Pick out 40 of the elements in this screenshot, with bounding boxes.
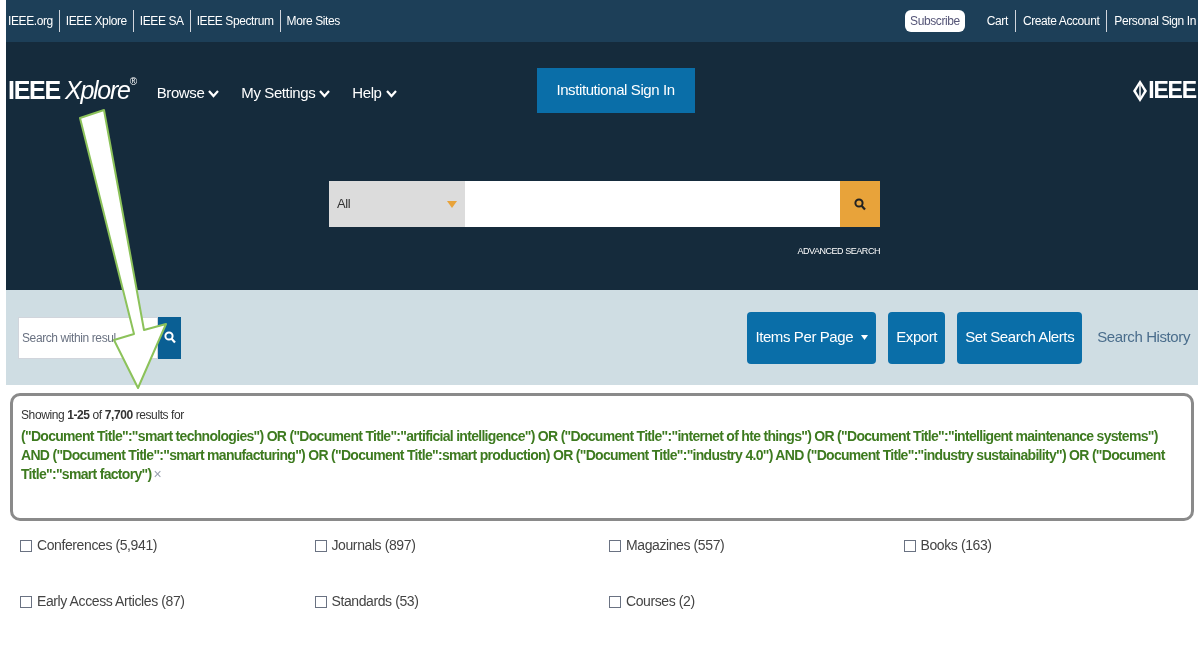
search-history-link[interactable]: Search History — [1097, 326, 1190, 349]
filter-checkbox[interactable]: Early Access Articles (87) — [20, 591, 185, 612]
xplore-logo[interactable]: IEEE Xplore® — [8, 71, 137, 110]
site-link[interactable]: IEEE Spectrum — [196, 12, 274, 30]
filter-checkbox[interactable]: Standards (53) — [314, 591, 419, 612]
search-icon — [163, 331, 176, 344]
account-link[interactable]: Personal Sign In — [1114, 12, 1196, 30]
filter-checkbox[interactable]: Courses (2) — [609, 591, 695, 612]
chevron-icon — [385, 89, 397, 98]
site-link[interactable]: IEEE Xplore — [65, 12, 127, 30]
search-query: ("Document Title":"smart technologies") OR ("Document Title":"artificial intelligence") OR ("Document Title":"internet of hte things") OR ("Document Title":"intelligent maintenance systems") AND ("Document Title":"smart manufacturing") OR ("Document Title":smart production) OR ("Document Title":"industry 4.0") AND ("Document Title":"industry sustainability") OR ("Document Title":"smart factory")× — [21, 427, 1167, 484]
filter-checkbox[interactable]: Magazines (557) — [609, 535, 725, 556]
nav-menu[interactable]: My Settings — [241, 82, 331, 105]
subscribe-button[interactable]: Subscribe — [905, 10, 965, 32]
nav-menu[interactable]: Browse — [156, 82, 220, 105]
caret-icon — [447, 200, 457, 208]
search-icon — [854, 197, 866, 211]
institutional-sign-in-button[interactable]: Institutional Sign In — [536, 68, 695, 113]
account-link[interactable]: Cart — [986, 12, 1008, 30]
caret-icon — [861, 335, 869, 340]
site-link[interactable]: More Sites — [286, 12, 340, 30]
filter-checkbox[interactable]: Journals (897) — [314, 535, 416, 556]
chevron-icon — [319, 89, 331, 98]
search-button[interactable] — [840, 181, 880, 227]
scope-dropdown[interactable]: All — [329, 181, 465, 227]
diamond-icon — [1132, 78, 1149, 103]
filter-checkbox[interactable]: Books (163) — [903, 535, 992, 556]
account-link[interactable]: Create Account — [1022, 12, 1100, 30]
nav-menu[interactable]: Help — [352, 82, 397, 105]
site-link[interactable]: IEEE SA — [139, 12, 184, 30]
chevron-icon — [208, 89, 220, 98]
search-field[interactable] — [465, 181, 840, 227]
toolbar-button[interactable]: Export — [888, 311, 946, 364]
results-count: Showing 1-25 of 7,700 results for — [21, 407, 185, 424]
filter-checkbox[interactable]: Conferences (5,941) — [20, 535, 158, 556]
ieee-logo[interactable]: IEEE — [1132, 73, 1196, 108]
site-link[interactable]: IEEE.org — [8, 12, 53, 30]
advanced-search-link[interactable]: ADVANCED SEARCH — [797, 245, 880, 259]
toolbar-button[interactable]: Set Search Alerts — [957, 311, 1083, 364]
items-per-page-dropdown[interactable]: Items Per Page — [747, 311, 877, 364]
